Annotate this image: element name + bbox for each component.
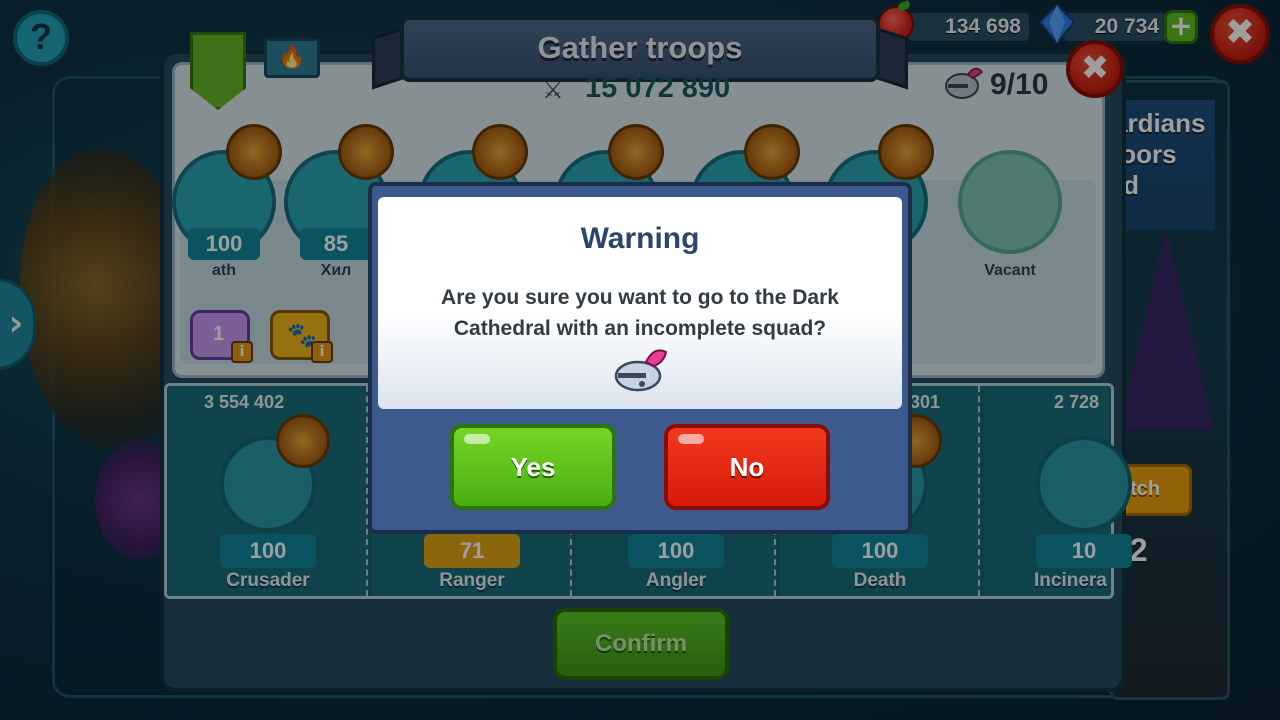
knight-helmet-icon	[614, 349, 668, 392]
yes-label: Yes	[510, 452, 556, 482]
no-label: No	[729, 452, 765, 482]
button-shine	[678, 434, 704, 444]
no-button[interactable]: No	[664, 424, 830, 510]
dialog-message: Are you sure you want to go to the Dark …	[441, 286, 839, 340]
yes-button[interactable]: Yes	[450, 424, 616, 510]
button-shine	[464, 434, 490, 444]
dialog-title: Warning	[580, 222, 700, 255]
